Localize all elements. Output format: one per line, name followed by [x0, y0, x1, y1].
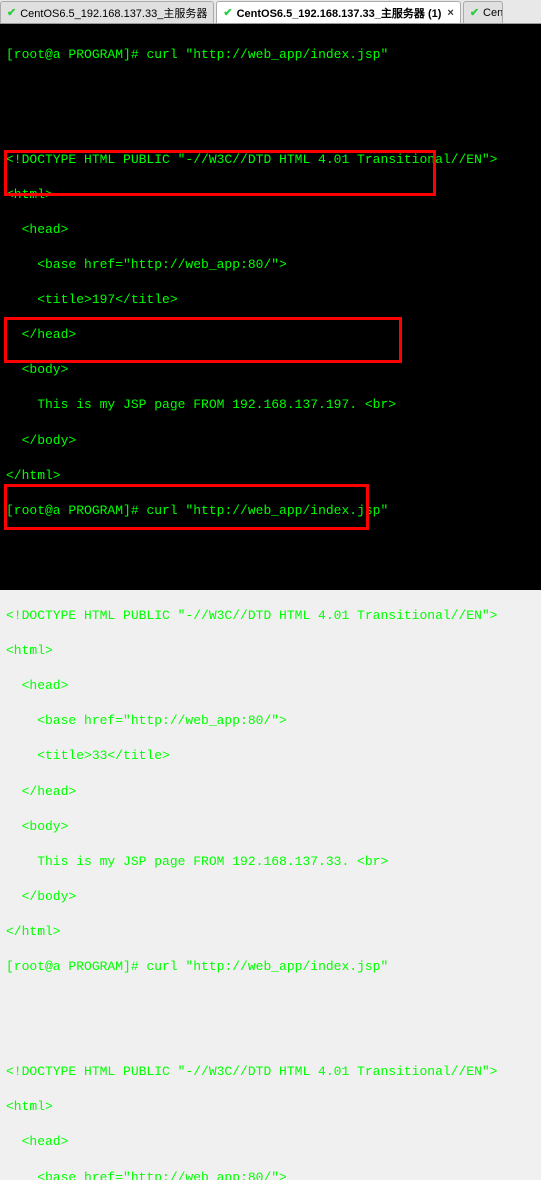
check-icon: ✔: [7, 6, 16, 19]
blank-line: [6, 81, 535, 99]
output-line: <!DOCTYPE HTML PUBLIC "-//W3C//DTD HTML …: [6, 607, 535, 625]
output-line: <!DOCTYPE HTML PUBLIC "-//W3C//DTD HTML …: [6, 1063, 535, 1081]
close-icon[interactable]: ×: [447, 7, 453, 19]
blank-line: [6, 1028, 535, 1046]
output-line: </html>: [6, 467, 535, 485]
output-line: <head>: [6, 221, 535, 239]
command-text: curl "http://web_app/index.jsp": [146, 47, 388, 62]
output-line: </body>: [6, 888, 535, 906]
blank-line: [6, 993, 535, 1011]
output-line: <body>: [6, 818, 535, 836]
output-line: <head>: [6, 1133, 535, 1151]
output-line: <html>: [6, 642, 535, 660]
terminal-output[interactable]: [root@a PROGRAM]# curl "http://web_app/i…: [0, 24, 541, 590]
output-line: This is my JSP page FROM 192.168.137.33.…: [6, 853, 535, 871]
tab-label: CentOS6.5_192.168.137.33_主服务器: [20, 5, 207, 21]
output-line: <head>: [6, 677, 535, 695]
prompt-line: [root@a PROGRAM]# curl "http://web_app/i…: [6, 958, 535, 976]
output-line: <base href="http://web_app:80/">: [6, 712, 535, 730]
output-line: <base href="http://web_app:80/">: [6, 256, 535, 274]
output-line: <base href="http://web_app:80/">: [6, 1169, 535, 1180]
blank-line: [6, 116, 535, 134]
output-line: <html>: [6, 186, 535, 204]
command-text: curl "http://web_app/index.jsp": [146, 959, 388, 974]
tab-bar: ✔ CentOS6.5_192.168.137.33_主服务器 ✔ CentOS…: [0, 0, 541, 24]
output-line: </head>: [6, 783, 535, 801]
output-line: </head>: [6, 326, 535, 344]
check-icon: ✔: [223, 6, 232, 19]
tab-active[interactable]: ✔ CentOS6.5_192.168.137.33_主服务器 (1) ×: [216, 1, 460, 23]
output-line: <!DOCTYPE HTML PUBLIC "-//W3C//DTD HTML …: [6, 151, 535, 169]
output-line: <title>197</title>: [6, 291, 535, 309]
output-line: This is my JSP page FROM 192.168.137.197…: [6, 396, 535, 414]
tab-label: CentOS: [483, 7, 503, 19]
prompt-line: [root@a PROGRAM]# curl "http://web_app/i…: [6, 502, 535, 520]
output-line: </body>: [6, 432, 535, 450]
tab-inactive-2[interactable]: ✔ CentOS: [463, 1, 503, 23]
tab-inactive-1[interactable]: ✔ CentOS6.5_192.168.137.33_主服务器: [0, 1, 214, 23]
prompt-line: [root@a PROGRAM]# curl "http://web_app/i…: [6, 46, 535, 64]
output-line: <html>: [6, 1098, 535, 1116]
output-line: <title>33</title>: [6, 747, 535, 765]
command-text: curl "http://web_app/index.jsp": [146, 503, 388, 518]
shell-prompt: [root@a PROGRAM]#: [6, 503, 146, 518]
output-line: <body>: [6, 361, 535, 379]
tab-label: CentOS6.5_192.168.137.33_主服务器 (1): [237, 5, 442, 21]
blank-line: [6, 537, 535, 555]
check-icon: ✔: [470, 6, 479, 19]
shell-prompt: [root@a PROGRAM]#: [6, 959, 146, 974]
shell-prompt: [root@a PROGRAM]#: [6, 47, 146, 62]
blank-line: [6, 572, 535, 590]
output-line: </html>: [6, 923, 535, 941]
